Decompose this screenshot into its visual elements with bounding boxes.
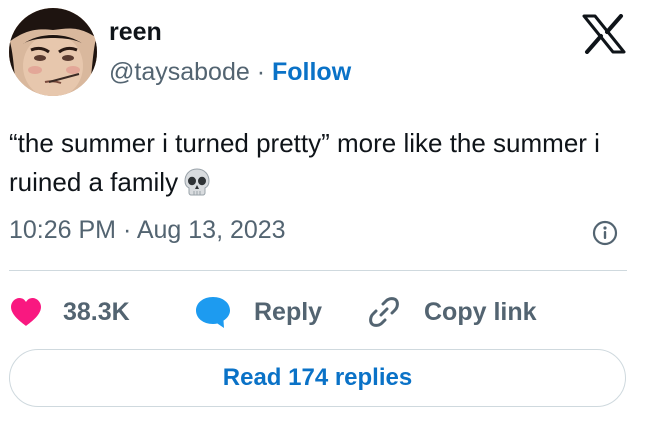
copy-link-button[interactable]: Copy link <box>366 290 537 334</box>
author-handle-row: @taysabode · Follow <box>109 58 351 87</box>
read-replies-button[interactable]: Read 174 replies <box>9 349 626 407</box>
heart-icon <box>11 298 41 326</box>
avatar[interactable] <box>9 8 97 96</box>
author-handle[interactable]: @taysabode <box>109 58 250 86</box>
divider <box>9 270 627 271</box>
tweet-timestamp[interactable]: 10:26 PM · Aug 13, 2023 <box>9 216 286 245</box>
copy-link-label: Copy link <box>424 297 537 326</box>
tweet-body: “the summer i turned pretty” more like t… <box>9 128 600 197</box>
action-bar: 38.3K Reply Copy link <box>9 290 629 334</box>
author-name[interactable]: reen <box>109 18 162 47</box>
follow-link[interactable]: Follow <box>272 58 351 86</box>
info-icon[interactable] <box>592 220 618 246</box>
x-logo-icon[interactable] <box>582 14 626 54</box>
link-icon <box>369 297 399 327</box>
speech-bubble-icon <box>196 297 230 328</box>
tweet-text: “the summer i turned pretty” more like t… <box>9 124 619 202</box>
separator-dot: · <box>256 58 266 86</box>
skull-emoji-icon <box>182 167 212 197</box>
like-count: 38.3K <box>63 297 130 326</box>
reply-label: Reply <box>254 297 323 326</box>
like-button[interactable]: 38.3K <box>9 290 130 334</box>
reply-button[interactable]: Reply <box>194 290 322 334</box>
